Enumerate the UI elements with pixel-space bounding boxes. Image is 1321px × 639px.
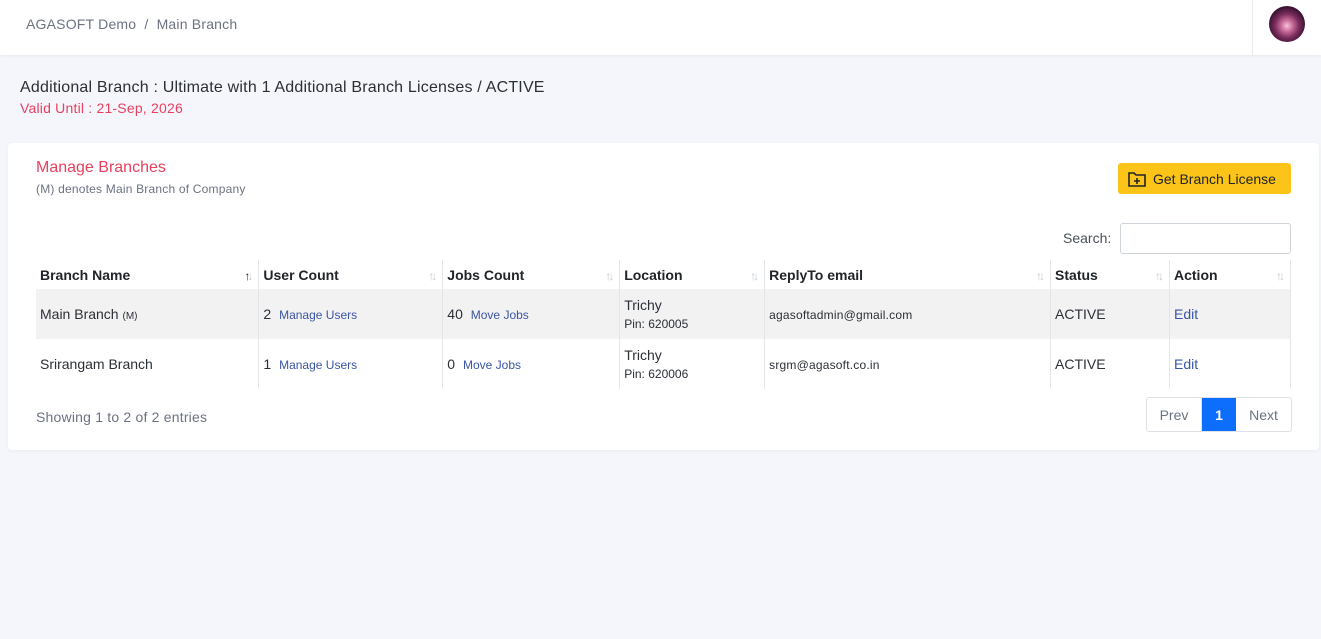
breadcrumb-company[interactable]: AGASOFT Demo xyxy=(26,16,136,32)
page-1-button[interactable]: 1 xyxy=(1202,398,1236,431)
card-subtitle: (M) denotes Main Branch of Company xyxy=(36,182,246,196)
edit-link[interactable]: Edit xyxy=(1174,306,1198,322)
email-cell: srgm@agasoft.co.in xyxy=(764,339,1052,389)
top-bar: AGASOFT Demo / Main Branch xyxy=(0,0,1321,55)
topbar-divider xyxy=(1252,0,1253,55)
jobs-count-cell: 40 Move Jobs xyxy=(442,289,621,339)
user-count-cell: 1 Manage Users xyxy=(258,339,444,389)
sort-icon: ↑↓ xyxy=(750,269,759,283)
search-label: Search: xyxy=(1063,230,1112,246)
col-location[interactable]: Location ↑↓ xyxy=(619,260,766,289)
jobs-count: 40 xyxy=(447,306,463,322)
location-cell: Trichy Pin: 620005 xyxy=(619,289,766,339)
col-user-count-label: User Count xyxy=(263,266,339,283)
table-info: Showing 1 to 2 of 2 entries xyxy=(36,409,208,425)
action-cell: Edit xyxy=(1169,289,1291,339)
action-cell: Edit xyxy=(1169,339,1291,389)
manage-users-link[interactable]: Manage Users xyxy=(279,308,357,322)
status-text: ACTIVE xyxy=(1055,306,1106,322)
license-title: Additional Branch : Ultimate with 1 Addi… xyxy=(20,79,545,96)
user-count: 1 xyxy=(263,356,272,372)
search-input[interactable] xyxy=(1120,223,1291,254)
col-replyto-email-label: ReplyTo email xyxy=(769,266,864,283)
get-branch-license-label: Get Branch License xyxy=(1153,170,1276,187)
location-pin: Pin: 620005 xyxy=(624,317,689,331)
jobs-count-cell: 0 Move Jobs xyxy=(442,339,621,389)
replyto-email: agasoftadmin@gmail.com xyxy=(769,308,913,322)
branches-table: Branch Name ↑↓ User Count ↑↓ Jobs Count … xyxy=(36,260,1291,389)
edit-link[interactable]: Edit xyxy=(1174,356,1198,372)
location-pin: Pin: 620006 xyxy=(624,367,689,381)
status-text: ACTIVE xyxy=(1055,356,1106,372)
user-count: 2 xyxy=(263,306,272,322)
col-branch-name-label: Branch Name xyxy=(40,266,131,283)
col-branch-name[interactable]: Branch Name ↑↓ xyxy=(36,260,260,289)
move-jobs-link[interactable]: Move Jobs xyxy=(471,308,529,322)
table-row: Srirangam Branch 1 Manage Users 0 Move J… xyxy=(36,339,1291,389)
status-cell: ACTIVE xyxy=(1050,289,1170,339)
branch-name: Srirangam Branch xyxy=(40,356,153,372)
get-branch-license-button[interactable]: Get Branch License xyxy=(1118,163,1291,194)
branch-name: Main Branch xyxy=(40,306,119,322)
sort-icon: ↑↓ xyxy=(605,269,614,283)
sort-asc-icon: ↑↓ xyxy=(244,269,253,283)
sort-icon: ↑↓ xyxy=(1036,269,1045,283)
col-action-label: Action xyxy=(1174,266,1218,283)
breadcrumb: AGASOFT Demo / Main Branch xyxy=(26,16,237,32)
location-city: Trichy xyxy=(624,297,662,313)
jobs-count: 0 xyxy=(447,356,456,372)
breadcrumb-branch[interactable]: Main Branch xyxy=(157,16,238,32)
folder-plus-icon xyxy=(1128,171,1146,187)
move-jobs-link[interactable]: Move Jobs xyxy=(463,358,521,372)
col-action[interactable]: Action ↑↓ xyxy=(1169,260,1291,289)
email-cell: agasoftadmin@gmail.com xyxy=(764,289,1052,339)
col-replyto-email[interactable]: ReplyTo email ↑↓ xyxy=(764,260,1052,289)
pagination: Prev 1 Next xyxy=(1146,397,1292,432)
table-row: Main Branch (M) 2 Manage Users 40 Move J… xyxy=(36,289,1291,339)
branch-name-cell: Main Branch (M) xyxy=(36,289,260,339)
license-valid-until: Valid Until : 21-Sep, 2026 xyxy=(20,100,183,116)
location-cell: Trichy Pin: 620006 xyxy=(619,339,766,389)
prev-page-button[interactable]: Prev xyxy=(1147,398,1202,431)
sort-icon: ↑↓ xyxy=(1155,269,1164,283)
breadcrumb-separator: / xyxy=(144,16,149,32)
col-location-label: Location xyxy=(624,266,683,283)
next-page-button[interactable]: Next xyxy=(1236,398,1291,431)
sort-icon: ↑↓ xyxy=(428,269,437,283)
col-status[interactable]: Status ↑↓ xyxy=(1050,260,1170,289)
status-cell: ACTIVE xyxy=(1050,339,1170,389)
manage-branches-card: Manage Branches (M) denotes Main Branch … xyxy=(8,143,1319,450)
location-city: Trichy xyxy=(624,347,662,363)
user-count-cell: 2 Manage Users xyxy=(258,289,444,339)
col-jobs-count[interactable]: Jobs Count ↑↓ xyxy=(442,260,621,289)
branch-name-cell: Srirangam Branch xyxy=(36,339,260,389)
sort-icon: ↑↓ xyxy=(1276,269,1285,283)
table-header-row: Branch Name ↑↓ User Count ↑↓ Jobs Count … xyxy=(36,260,1291,289)
col-status-label: Status xyxy=(1055,266,1098,283)
card-title: Manage Branches xyxy=(36,159,166,176)
col-user-count[interactable]: User Count ↑↓ xyxy=(258,260,444,289)
user-avatar-icon[interactable] xyxy=(1269,6,1305,42)
manage-users-link[interactable]: Manage Users xyxy=(279,358,357,372)
main-branch-tag: (M) xyxy=(122,311,138,322)
replyto-email: srgm@agasoft.co.in xyxy=(769,358,880,372)
col-jobs-count-label: Jobs Count xyxy=(447,266,525,283)
